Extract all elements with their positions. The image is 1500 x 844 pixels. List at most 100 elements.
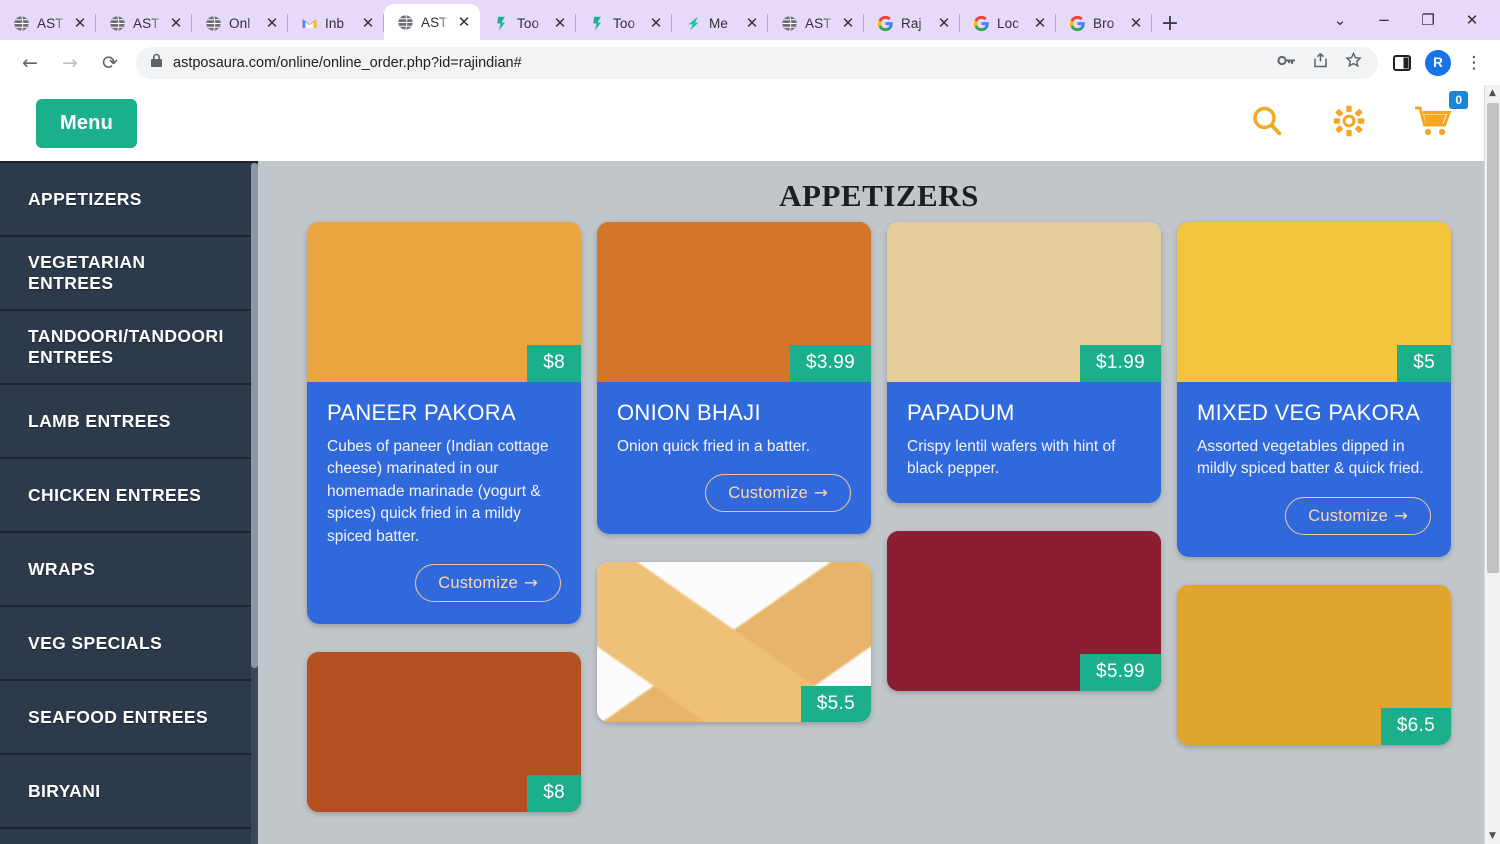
tab-close-button[interactable]: ✕ (841, 15, 855, 31)
google-icon (1069, 15, 1086, 32)
menu-item-grid: $8 PANEER PAKORA Cubes of paneer (Indian c… (258, 222, 1500, 840)
search-icon[interactable] (1250, 104, 1284, 143)
browser-tab-3[interactable]: Inb ✕ (288, 6, 384, 40)
side-panel-icon[interactable] (1386, 47, 1418, 79)
tab-close-button[interactable]: ✕ (457, 14, 471, 30)
sidebar-item-label: VEG SPECIALS (28, 632, 163, 653)
customize-button[interactable]: Customize → (415, 564, 561, 603)
sidebar-scrollbar-thumb[interactable] (251, 163, 258, 668)
site-header: Menu 0 (0, 85, 1500, 161)
sidebar-item-vegetarian-entrees[interactable]: VEGETARIAN ENTREES (0, 237, 258, 311)
address-bar[interactable]: astposaura.com/online/online_order.php?i… (136, 46, 1378, 79)
tab-close-button[interactable]: ✕ (265, 15, 279, 31)
sidebar-item-label: CHICKEN ENTREES (28, 484, 202, 505)
toolbar-icons: R ⋮ (1386, 47, 1490, 79)
menu-item-image: $1.99 (887, 222, 1161, 382)
cart-button[interactable]: 0 (1414, 90, 1468, 142)
menu-item-card[interactable]: $8 PANEER PAKORA Cubes of paneer (Indian c… (307, 222, 581, 625)
tab-close-button[interactable]: ✕ (745, 15, 759, 31)
tab-title: Too (517, 15, 540, 31)
sidebar-item-wraps[interactable]: WRAPS (0, 533, 258, 607)
browser-tab-7[interactable]: Me ✕ (672, 6, 768, 40)
tab-close-button[interactable]: ✕ (73, 15, 87, 31)
scroll-up-arrow[interactable]: ▲ (1485, 85, 1500, 101)
minimize-button[interactable]: − (1362, 0, 1406, 40)
forward-button[interactable]: → (50, 46, 90, 80)
tab-close-button[interactable]: ✕ (169, 15, 183, 31)
scroll-down-arrow[interactable]: ▼ (1485, 828, 1500, 844)
menu-item-card[interactable]: $5 MIXED VEG PAKORA Assorted vegetables di… (1177, 222, 1451, 557)
browser-tab-0[interactable]: AST ✕ (0, 6, 96, 40)
menu-item-description: Crispy lentil wafers with hint of black … (907, 438, 1116, 478)
sidebar-item-tandoori-tandoori-entrees[interactable]: TANDOORI/TANDOORI ENTREES (0, 311, 258, 385)
sidebar-item-veg-specials[interactable]: VEG SPECIALS (0, 607, 258, 681)
tab-title: Inb (325, 15, 345, 31)
back-button[interactable]: ← (10, 46, 50, 80)
reload-button[interactable]: ⟳ (90, 46, 130, 80)
menu-item-card[interactable]: $1.99 PAPADUM Crispy lentil wafers with hi… (887, 222, 1161, 503)
tab-close-button[interactable]: ✕ (1033, 15, 1047, 31)
customize-button[interactable]: Customize → (1285, 496, 1431, 535)
share-icon[interactable] (1312, 52, 1329, 74)
green-bolt-icon (685, 15, 702, 32)
customize-label: Customize (438, 574, 518, 593)
menu-item-card[interactable]: $3.99 ONION BHAJI Onion quick fried in a b… (597, 222, 871, 535)
menu-item-description: Assorted vegetables dipped in mildly spi… (1197, 438, 1424, 478)
page-scrollbar-thumb[interactable] (1487, 103, 1499, 573)
menu-item-card[interactable]: $5.99 (887, 530, 1161, 691)
menu-item-card[interactable]: $5.5 (597, 562, 871, 723)
tab-close-button[interactable]: ✕ (649, 15, 663, 31)
tab-title: Onl (229, 15, 251, 31)
arrow-right-icon: → (1393, 505, 1408, 525)
browser-tab-8[interactable]: AST ✕ (768, 6, 864, 40)
menu-item-price: $5 (1397, 345, 1451, 382)
menu-main-content: APPETIZERS $8 PANEER PAKORA Cubes of panee… (258, 161, 1500, 844)
tab-close-button[interactable]: ✕ (1129, 15, 1143, 31)
browser-tab-2[interactable]: Onl ✕ (192, 6, 288, 40)
browser-tab-11[interactable]: Bro ✕ (1056, 6, 1152, 40)
sidebar-item-appetizers[interactable]: APPETIZERS (0, 163, 258, 237)
customize-button[interactable]: Customize → (705, 474, 851, 513)
new-tab-button[interactable]: + (1152, 6, 1188, 40)
tab-search-button[interactable]: ⌄ (1318, 0, 1362, 40)
close-window-button[interactable]: ✕ (1450, 0, 1494, 40)
profile-avatar[interactable]: R (1422, 47, 1454, 79)
sidebar-item-biryani[interactable]: BIRYANI (0, 755, 258, 829)
sidebar-item-label: LAMB ENTREES (28, 410, 171, 431)
page-scrollbar-track[interactable]: ▲ ▼ (1484, 85, 1500, 844)
header-icon-group: 0 (1250, 90, 1470, 143)
sidebar-item-seafood-entrees[interactable]: SEAFOOD ENTREES (0, 681, 258, 755)
browser-tab-5[interactable]: Too ✕ (480, 6, 576, 40)
gmail-icon (301, 15, 318, 32)
menu-item-image: $8 (307, 652, 581, 813)
sidebar-item-lamb-entrees[interactable]: LAMB ENTREES (0, 385, 258, 459)
sidebar-item-chicken-entrees[interactable]: CHICKEN ENTREES (0, 459, 258, 533)
menu-button[interactable]: Menu (36, 98, 138, 148)
menu-item-info: ONION BHAJI Onion quick fried in a batter… (597, 382, 871, 535)
browser-tab-10[interactable]: Loc ✕ (960, 6, 1056, 40)
menu-item-card[interactable]: $6.5 (1177, 584, 1451, 745)
gear-icon[interactable] (1332, 104, 1366, 143)
sidebar-scrollbar-track[interactable] (251, 163, 258, 844)
menu-item-price: $5.5 (800, 685, 871, 723)
page-viewport: Menu 0 APPETIZERS VEGETARIAN ENTREES TANDO… (0, 85, 1500, 844)
tab-close-button[interactable]: ✕ (361, 15, 375, 31)
tab-close-button[interactable]: ✕ (553, 15, 567, 31)
browser-menu-button[interactable]: ⋮ (1458, 47, 1490, 79)
key-icon[interactable] (1277, 53, 1296, 73)
bookmark-star-icon[interactable] (1345, 51, 1362, 74)
page-title: APPETIZERS (779, 178, 979, 213)
window-controls: ⌄ − ❐ ✕ (1318, 0, 1500, 40)
menu-item-price: $1.99 (1079, 345, 1161, 382)
tab-close-button[interactable]: ✕ (937, 15, 951, 31)
browser-tab-6[interactable]: Too ✕ (576, 6, 672, 40)
browser-tab-9[interactable]: Raj ✕ (864, 6, 960, 40)
menu-item-image: $5.99 (887, 530, 1161, 691)
menu-item-card[interactable]: $8 (307, 652, 581, 813)
menu-item-description: Cubes of paneer (Indian cottage cheese) … (327, 438, 549, 545)
browser-tab-4[interactable]: AST ✕ (384, 4, 480, 40)
menu-item-description: Onion quick fried in a batter. (617, 438, 811, 455)
browser-tab-1[interactable]: AST ✕ (96, 6, 192, 40)
menu-item-image: $3.99 (597, 222, 871, 382)
maximize-button[interactable]: ❐ (1406, 0, 1450, 40)
